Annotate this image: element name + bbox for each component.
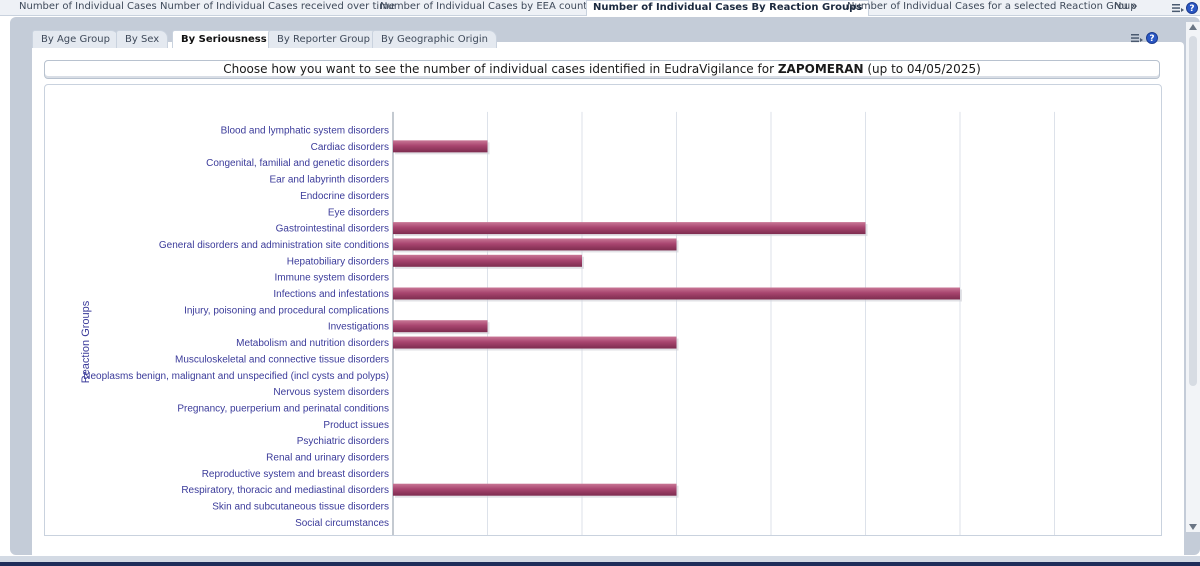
sub-toolbar-icons: ?: [1131, 32, 1158, 44]
category-label[interactable]: Blood and lymphatic system disorders: [221, 126, 389, 137]
tab-overflow-button[interactable]: »: [1131, 0, 1137, 14]
tab-by-sex[interactable]: By Sex: [116, 30, 169, 48]
category-label[interactable]: Neoplasms benign, malignant and unspecif…: [83, 371, 389, 382]
category-label[interactable]: Immune system disorders: [275, 273, 389, 284]
banner-prefix: Choose how you want to see the number of…: [223, 62, 778, 76]
category-label[interactable]: Congenital, familial and genetic disorde…: [206, 158, 389, 169]
tab-truncated[interactable]: Nu: [1114, 0, 1128, 14]
category-label[interactable]: Nervous system disorders: [273, 387, 389, 398]
help-icon[interactable]: ?: [1186, 2, 1198, 14]
page-title-banner: Choose how you want to see the number of…: [44, 60, 1160, 79]
tab-cases-by-eea-countries[interactable]: Number of Individual Cases by EEA countr…: [380, 0, 605, 14]
tab-cases-received-over-time[interactable]: Number of Individual Cases received over…: [160, 0, 395, 14]
help-icon[interactable]: ?: [1146, 32, 1158, 44]
tab-number-of-individual-cases[interactable]: Number of Individual Cases: [19, 0, 157, 14]
tab-by-seriousness[interactable]: By Seriousness: [172, 30, 276, 48]
top-toolbar-icons: ?: [1172, 0, 1198, 16]
category-label[interactable]: Renal and urinary disorders: [266, 453, 389, 464]
tab-by-geographic-origin[interactable]: By Geographic Origin: [372, 30, 497, 48]
top-tab-bar: Number of Individual Cases Number of Ind…: [0, 0, 1200, 16]
category-label[interactable]: Endocrine disorders: [300, 191, 389, 202]
bar[interactable]: [393, 336, 677, 349]
scrollbar-thumb[interactable]: [1189, 36, 1197, 386]
tab-by-age-group[interactable]: By Age Group: [32, 30, 119, 48]
category-label[interactable]: Hepatobiliary disorders: [287, 256, 389, 267]
bar[interactable]: [393, 320, 488, 333]
category-label[interactable]: Product issues: [323, 420, 389, 431]
category-label[interactable]: Investigations: [328, 322, 389, 333]
category-label[interactable]: Skin and subcutaneous tissue disorders: [212, 502, 389, 513]
vertical-scrollbar[interactable]: [1186, 22, 1200, 532]
banner-suffix: (up to 04/05/2025): [863, 62, 981, 76]
category-label[interactable]: Pregnancy, puerperium and perinatal cond…: [177, 403, 389, 414]
scroll-down-icon[interactable]: [1189, 524, 1197, 530]
category-label[interactable]: General disorders and administration sit…: [159, 240, 389, 251]
category-label[interactable]: Ear and labyrinth disorders: [269, 175, 389, 186]
bar-chart: Blood and lymphatic system disorders Card…: [80, 111, 1055, 535]
banner-drug-name: ZAPOMERAN: [777, 62, 864, 76]
scroll-up-icon[interactable]: [1189, 24, 1197, 30]
y-axis-title: Reaction Groups: [80, 300, 92, 383]
category-label[interactable]: Injury, poisoning and procedural complic…: [184, 305, 389, 316]
list-icon[interactable]: [1172, 3, 1184, 13]
bar[interactable]: [393, 222, 866, 235]
category-label[interactable]: Cardiac disorders: [311, 142, 389, 153]
category-label[interactable]: Reproductive system and breast disorders: [202, 469, 389, 480]
bottom-border: [0, 562, 1200, 566]
category-label[interactable]: Psychiatric disorders: [297, 436, 389, 447]
list-icon[interactable]: [1131, 33, 1143, 43]
category-label[interactable]: Eye disorders: [328, 207, 389, 218]
category-label[interactable]: Social circumstances: [295, 518, 389, 529]
bar[interactable]: [393, 140, 488, 153]
category-label[interactable]: Gastrointestinal disorders: [276, 224, 389, 235]
category-label[interactable]: Infections and infestations: [273, 289, 389, 300]
app-window: Number of Individual Cases Number of Ind…: [0, 0, 1200, 566]
bar[interactable]: [393, 254, 582, 267]
bar[interactable]: [393, 287, 960, 300]
category-label[interactable]: Respiratory, thoracic and mediastinal di…: [181, 485, 389, 496]
bar[interactable]: [393, 238, 677, 251]
chart-panel: Blood and lymphatic system disorders Card…: [44, 84, 1162, 536]
tab-cases-by-reaction-groups[interactable]: Number of Individual Cases By Reaction G…: [586, 0, 870, 16]
category-label[interactable]: Metabolism and nutrition disorders: [236, 338, 389, 349]
bar[interactable]: [393, 483, 677, 496]
tab-cases-selected-reaction-group[interactable]: Number of Individual Cases for a selecte…: [847, 0, 1137, 14]
tab-by-reporter-group[interactable]: By Reporter Group: [268, 30, 379, 48]
category-label[interactable]: Musculoskeletal and connective tissue di…: [175, 354, 389, 365]
